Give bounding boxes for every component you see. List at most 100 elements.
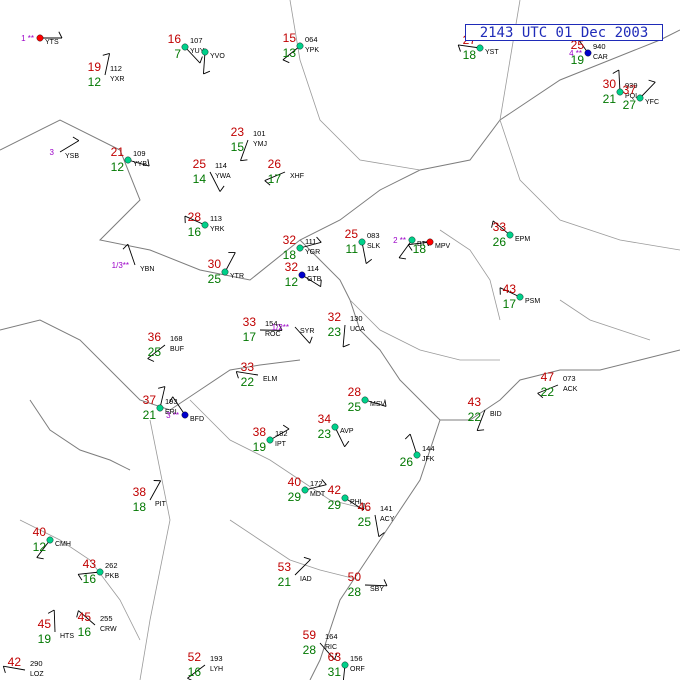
station-plots: 1 **YTS167107YUYYVO1513064YPK2718YST2519… bbox=[2, 31, 659, 680]
pressure-label: 255 bbox=[100, 614, 113, 623]
station-jfk: 26 144 JFK bbox=[400, 433, 435, 469]
station-id-label: LOZ bbox=[30, 671, 44, 678]
pressure-label: 130 bbox=[350, 314, 363, 323]
temperature-label: 40 bbox=[288, 475, 302, 489]
pressure-label: 114 bbox=[307, 264, 319, 273]
pressure-label: 112 bbox=[110, 64, 122, 73]
temperature-label: 21 bbox=[111, 145, 125, 159]
station-cmh: 4012 CMH bbox=[33, 525, 71, 560]
temperature-label: 28 bbox=[188, 210, 202, 224]
station-sby: 5028 SBY bbox=[348, 570, 388, 599]
station-marker bbox=[201, 48, 209, 56]
station-marker bbox=[181, 43, 189, 51]
station-lyh: 5216 193 LYH bbox=[187, 650, 223, 680]
temperature-label: 26 bbox=[268, 157, 282, 171]
station-id-label: YRK bbox=[210, 226, 225, 233]
wind-barb bbox=[294, 559, 311, 576]
station-id-label: YBN bbox=[140, 266, 154, 273]
temperature-label: 32 bbox=[328, 310, 342, 324]
station-acy: 4625 141 ACY bbox=[358, 500, 395, 538]
station-marker bbox=[584, 49, 592, 57]
dewpoint-label: 12 bbox=[88, 75, 102, 89]
station-id-label: AVP bbox=[340, 428, 354, 435]
station-ipt: 3819 182 IPT bbox=[253, 424, 290, 454]
dewpoint-label: 18 bbox=[133, 500, 147, 514]
station-id-label: YGR bbox=[305, 249, 320, 256]
station-id-label: JFK bbox=[422, 456, 435, 463]
temperature-label: 38 bbox=[133, 485, 147, 499]
wind-barb-flag bbox=[158, 386, 166, 389]
pressure-label: 064 bbox=[305, 35, 318, 44]
wind-barb-flag bbox=[147, 159, 150, 167]
temperature-label: 40 bbox=[33, 525, 47, 539]
station-marker bbox=[36, 34, 44, 42]
temperature-label: 33 bbox=[243, 315, 257, 329]
station-gtb: 3212 114 GTB bbox=[285, 260, 322, 289]
station-ysb: 3 YSB bbox=[50, 136, 79, 160]
station-orf: 6331 156 ORF bbox=[328, 650, 365, 680]
station-bid: 4322 BID bbox=[468, 395, 502, 431]
station-marker bbox=[341, 494, 349, 502]
station-marker bbox=[96, 568, 104, 576]
temperature-label: 19 bbox=[88, 60, 102, 74]
dewpoint-label: 26 bbox=[493, 235, 507, 249]
station-id-label: BFD bbox=[190, 416, 204, 423]
wind-barb-flag bbox=[203, 70, 211, 75]
pressure-label: 290 bbox=[30, 659, 43, 668]
station-mdt: 4029 172 MDT bbox=[288, 475, 327, 504]
weather-label: 4 ** bbox=[569, 49, 582, 58]
station-id-label: YTR bbox=[230, 273, 244, 280]
pressure-label: 107 bbox=[190, 36, 203, 45]
wind-barb-flag bbox=[199, 56, 203, 64]
station-marker bbox=[516, 293, 524, 301]
coastlines-and-borders bbox=[0, 0, 680, 680]
dewpoint-label: 29 bbox=[288, 490, 302, 504]
station-xhf: 2617 XHF bbox=[264, 157, 304, 186]
pressure-label: 073 bbox=[563, 374, 576, 383]
station-id-label: YWA bbox=[215, 173, 231, 180]
temperature-label: 43 bbox=[468, 395, 482, 409]
dewpoint-label: 17 bbox=[243, 330, 257, 344]
station-crw: 4516 255 CRW bbox=[76, 610, 117, 639]
temperature-label: 37 bbox=[623, 83, 637, 97]
station-id-label: HTS bbox=[60, 633, 74, 640]
dewpoint-label: 22 bbox=[468, 410, 482, 424]
station-id-label: YFC bbox=[645, 99, 659, 106]
dewpoint-label: 19 bbox=[253, 440, 267, 454]
wind-barb bbox=[104, 53, 111, 76]
dewpoint-label: 28 bbox=[348, 585, 362, 599]
dewpoint-label: 17 bbox=[268, 172, 282, 186]
dewpoint-label: 16 bbox=[83, 572, 97, 586]
wind-barb-flag bbox=[477, 429, 485, 431]
pressure-label: 114 bbox=[215, 161, 227, 170]
temperature-label: 42 bbox=[8, 655, 22, 669]
dewpoint-label: 15 bbox=[231, 140, 245, 154]
station-id-label: UCA bbox=[350, 326, 365, 333]
station-marker bbox=[426, 238, 434, 246]
wind-barb-flag bbox=[303, 556, 311, 560]
station-id-label: ACY bbox=[380, 516, 395, 523]
temperature-label: 42 bbox=[328, 483, 342, 497]
wind-barb-flag bbox=[342, 343, 350, 348]
temperature-label: 45 bbox=[78, 610, 92, 624]
temperature-label: 36 bbox=[148, 330, 162, 344]
station-yts: 1 ** YTS bbox=[21, 31, 63, 46]
wind-barb-flag bbox=[612, 69, 620, 74]
pressure-label: 164 bbox=[325, 632, 338, 641]
dewpoint-label: 25 bbox=[348, 400, 362, 414]
dewpoint-label: 16 bbox=[78, 625, 92, 639]
timestamp-box: 2143 UTC 01 Dec 2003 bbox=[465, 24, 663, 41]
wind-barb-flag bbox=[344, 440, 350, 448]
station-marker bbox=[221, 268, 229, 276]
station-marker bbox=[361, 396, 369, 404]
station-marker bbox=[301, 486, 309, 494]
wind-barb bbox=[53, 609, 56, 633]
station-marker bbox=[341, 661, 349, 669]
station-id-label: CMH bbox=[55, 541, 71, 548]
temperature-label: 23 bbox=[231, 125, 245, 139]
station-yvo: YVO bbox=[201, 48, 225, 75]
weather-label: 1/2** bbox=[272, 323, 289, 332]
wind-barb-flag bbox=[219, 185, 225, 192]
station-uca: 3223 130 UCA bbox=[328, 310, 365, 348]
pressure-label: 083 bbox=[367, 231, 380, 240]
